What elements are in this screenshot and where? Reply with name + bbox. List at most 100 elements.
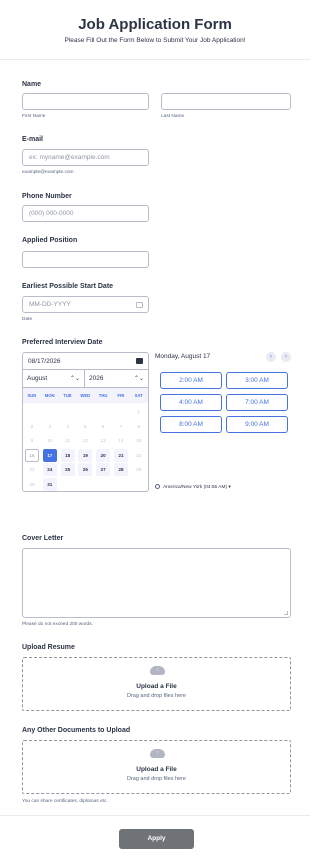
weekday-label: SUN [27, 393, 37, 398]
globe-icon [155, 484, 160, 489]
calendar-day-selected[interactable]: 17 [42, 448, 57, 462]
start-date-sublabel: Date [22, 317, 33, 322]
interview-date-input[interactable]: 08/17/2026 [23, 353, 148, 370]
calendar-day: 15 [136, 438, 142, 444]
last-name-input[interactable] [161, 93, 291, 110]
position-label: Applied Position [22, 237, 78, 244]
calendar-day: 14 [118, 438, 124, 444]
calendar-day[interactable]: 21 [114, 448, 128, 462]
phone-label: Phone Number [22, 193, 72, 200]
chevron-updown-icon: ⌃⌄ [133, 376, 144, 382]
upload-subtitle: Drag and drop files here [126, 693, 186, 699]
resume-label: Upload Resume [22, 644, 75, 651]
start-date-placeholder: MM-DD-YYYY [29, 301, 71, 308]
caret-down-icon: ▾ [228, 484, 231, 490]
chevron-right-icon[interactable]: › [281, 352, 291, 362]
time-slot-button[interactable]: 3:00 AM [226, 372, 288, 389]
month-select[interactable]: August ⌃⌄ [23, 370, 85, 388]
year-select[interactable]: 2026 ⌃⌄ [85, 370, 148, 388]
first-name-input[interactable] [22, 93, 149, 110]
footer-divider [0, 815, 310, 816]
calendar-day[interactable]: 24 [42, 463, 57, 477]
weekday-header: SUN MON TUE WED THU FRI SAT [23, 388, 148, 403]
calendar-day: 13 [100, 438, 106, 444]
cover-letter-sublabel: Please do not exceed 200 words. [22, 622, 93, 627]
email-input[interactable]: ex: myname@example.com [22, 149, 149, 166]
weekday-label: WED [80, 393, 91, 398]
calendar-day: 9 [30, 438, 34, 444]
weekday-label: THU [98, 393, 108, 398]
time-slot-button[interactable]: 8:00 AM [160, 416, 222, 433]
form-header: Job Application Form Please Fill Out the… [0, 0, 310, 60]
position-input[interactable] [22, 251, 149, 268]
timezone-value: America/New York (04:55 AM) [163, 484, 228, 490]
calendar-day[interactable]: 31 [42, 478, 57, 491]
weekday-label: TUE [63, 393, 72, 398]
arrow-up-icon: ↑ [156, 750, 159, 756]
email-label: E-mail [22, 136, 44, 143]
selected-day-label: Monday, August 17 [155, 353, 211, 360]
name-label: Name [22, 81, 42, 88]
other-docs-dropzone[interactable]: ↑ Upload a File Drag and drop files here [22, 740, 291, 794]
last-name-sublabel: Last Name [161, 114, 185, 119]
calendar-day: 2 [30, 423, 34, 429]
calendar-day: 7 [119, 423, 123, 429]
calendar-day: 8 [137, 423, 141, 429]
calendar-day: 5 [84, 423, 87, 429]
calendar-day[interactable]: 27 [96, 463, 111, 477]
calendar-icon[interactable] [136, 358, 143, 364]
calendar-day: 4 [66, 423, 69, 429]
calendar-day: 22 [136, 452, 142, 458]
timezone-selector[interactable]: America/New York (04:55 AM) ▾ [155, 484, 231, 490]
time-slot-button[interactable]: 4:00 AM [160, 394, 222, 411]
apply-button[interactable]: Apply [119, 829, 194, 849]
calendar-day[interactable]: 25 [60, 463, 75, 477]
chevron-updown-icon: ⌃⌄ [69, 376, 80, 382]
calendar-day: 12 [82, 438, 88, 444]
upload-title: Upload a File [136, 683, 177, 690]
time-slot-button[interactable]: 9:00 AM [226, 416, 288, 433]
time-slot-button[interactable]: 7:00 AM [226, 394, 288, 411]
arrow-up-icon: ↑ [156, 667, 159, 673]
calendar-day[interactable]: 28 [114, 463, 128, 477]
interview-label: Preferred Interview Date [22, 339, 103, 346]
calendar-day[interactable]: 16 [25, 448, 39, 462]
calendar-day: 10 [47, 438, 53, 444]
start-date-input[interactable]: MM-DD-YYYY [22, 296, 149, 313]
start-date-label: Earliest Possible Start Date [22, 283, 114, 290]
interview-datepicker: 08/17/2026 August ⌃⌄ 2026 ⌃⌄ SUN MON TUE… [22, 352, 149, 492]
calendar-day: 3 [48, 423, 52, 429]
chevron-left-icon[interactable]: ‹ [266, 352, 276, 362]
year-value: 2026 [89, 375, 104, 382]
phone-input[interactable]: (000) 000-0000 [22, 205, 149, 222]
other-docs-sublabel: You can share certificates, diplomas etc… [22, 799, 108, 804]
calendar-day[interactable]: 20 [96, 448, 111, 462]
calendar-day: 29 [136, 467, 142, 473]
form-title: Job Application Form [78, 16, 232, 33]
interview-date-value: 08/17/2026 [28, 358, 61, 365]
upload-title: Upload a File [136, 766, 177, 773]
upload-subtitle: Drag and drop files here [126, 776, 186, 782]
weekday-label: MON [44, 393, 55, 398]
cover-letter-label: Cover Letter [22, 535, 64, 542]
email-sublabel: example@example.com [22, 170, 74, 175]
resize-handle[interactable] [284, 611, 288, 615]
other-docs-label: Any Other Documents to Upload [22, 727, 131, 734]
cover-letter-textarea[interactable] [22, 548, 291, 618]
form-subtitle: Please Fill Out the Form Below to Submit… [64, 37, 246, 44]
calendar-day: 1 [137, 409, 141, 414]
weekday-label: SAT [134, 393, 143, 398]
calendar-day[interactable]: 19 [78, 448, 93, 462]
calendar-day: 30 [29, 482, 35, 487]
resume-dropzone[interactable]: ↑ Upload a File Drag and drop files here [22, 657, 291, 711]
calendar-day[interactable]: 26 [78, 463, 93, 477]
calendar-day: 6 [101, 423, 105, 429]
weekday-label: FRI [117, 393, 125, 398]
calendar-icon[interactable] [136, 302, 143, 308]
month-value: August [27, 375, 48, 382]
calendar-day: 11 [65, 438, 70, 444]
calendar-day[interactable]: 18 [60, 448, 75, 462]
first-name-sublabel: First Name [22, 114, 46, 119]
time-slot-button[interactable]: 2:00 AM [160, 372, 222, 389]
calendar-day: 23 [29, 467, 35, 473]
